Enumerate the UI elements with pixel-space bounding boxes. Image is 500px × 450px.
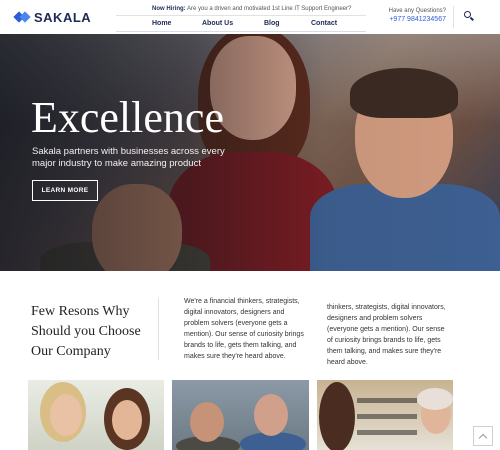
- photo-figure: [319, 382, 355, 450]
- learn-more-button[interactable]: LEARN MORE: [32, 180, 98, 201]
- nav-home[interactable]: Home: [152, 20, 171, 27]
- photo-background-stripe: [357, 398, 417, 403]
- photo-background-stripe: [357, 430, 417, 435]
- chevron-up-icon: [478, 433, 488, 443]
- site-header: SAKALA Now Hiring: Are you a driven and …: [0, 0, 500, 34]
- hiring-text: Are you a driven and motivated 1st Line …: [187, 6, 352, 12]
- team-photo-card-2[interactable]: [172, 380, 309, 450]
- search-icon[interactable]: [463, 10, 475, 22]
- photo-figure: [417, 388, 453, 410]
- reasons-divider: [158, 298, 159, 360]
- contact-info: Have any Questions? +977 9841234567: [386, 8, 446, 23]
- hiring-banner[interactable]: Now Hiring: Are you a driven and motivat…: [152, 6, 351, 12]
- phone-number[interactable]: +977 9841234567: [386, 16, 446, 23]
- photo-figure: [50, 394, 82, 436]
- scroll-to-top-button[interactable]: [473, 426, 493, 446]
- brand-name: SAKALA: [34, 9, 92, 25]
- header-divider: [116, 15, 366, 16]
- questions-label: Have any Questions?: [388, 8, 446, 14]
- brand-logo[interactable]: SAKALA: [13, 8, 92, 26]
- nav-contact[interactable]: Contact: [311, 20, 337, 27]
- hero-banner: Excellence Sakala partners with business…: [0, 34, 500, 271]
- reasons-text-column-2: thinkers, strategists, digital innovator…: [327, 304, 446, 366]
- nav-about-us[interactable]: About Us: [202, 20, 233, 27]
- team-photo-card-3[interactable]: [317, 380, 453, 450]
- hiring-label: Now Hiring:: [152, 6, 186, 12]
- photo-figure: [254, 394, 288, 436]
- nav-divider: [116, 31, 366, 32]
- photo-figure: [112, 400, 142, 440]
- header-vertical-divider: [453, 6, 454, 28]
- reasons-text-column-1: We're a financial thinkers, strategists,…: [184, 298, 304, 360]
- hero-title: Excellence: [31, 93, 224, 142]
- logo-icon: [13, 9, 31, 25]
- nav-blog[interactable]: Blog: [264, 20, 280, 27]
- hero-subtitle: Sakala partners with businesses across e…: [32, 146, 225, 169]
- team-photo-card-1[interactable]: [28, 380, 164, 450]
- reasons-heading: Few Resons Why Should you Choose Our Com…: [31, 304, 141, 359]
- photo-background-stripe: [357, 414, 417, 419]
- photo-figure: [190, 402, 224, 442]
